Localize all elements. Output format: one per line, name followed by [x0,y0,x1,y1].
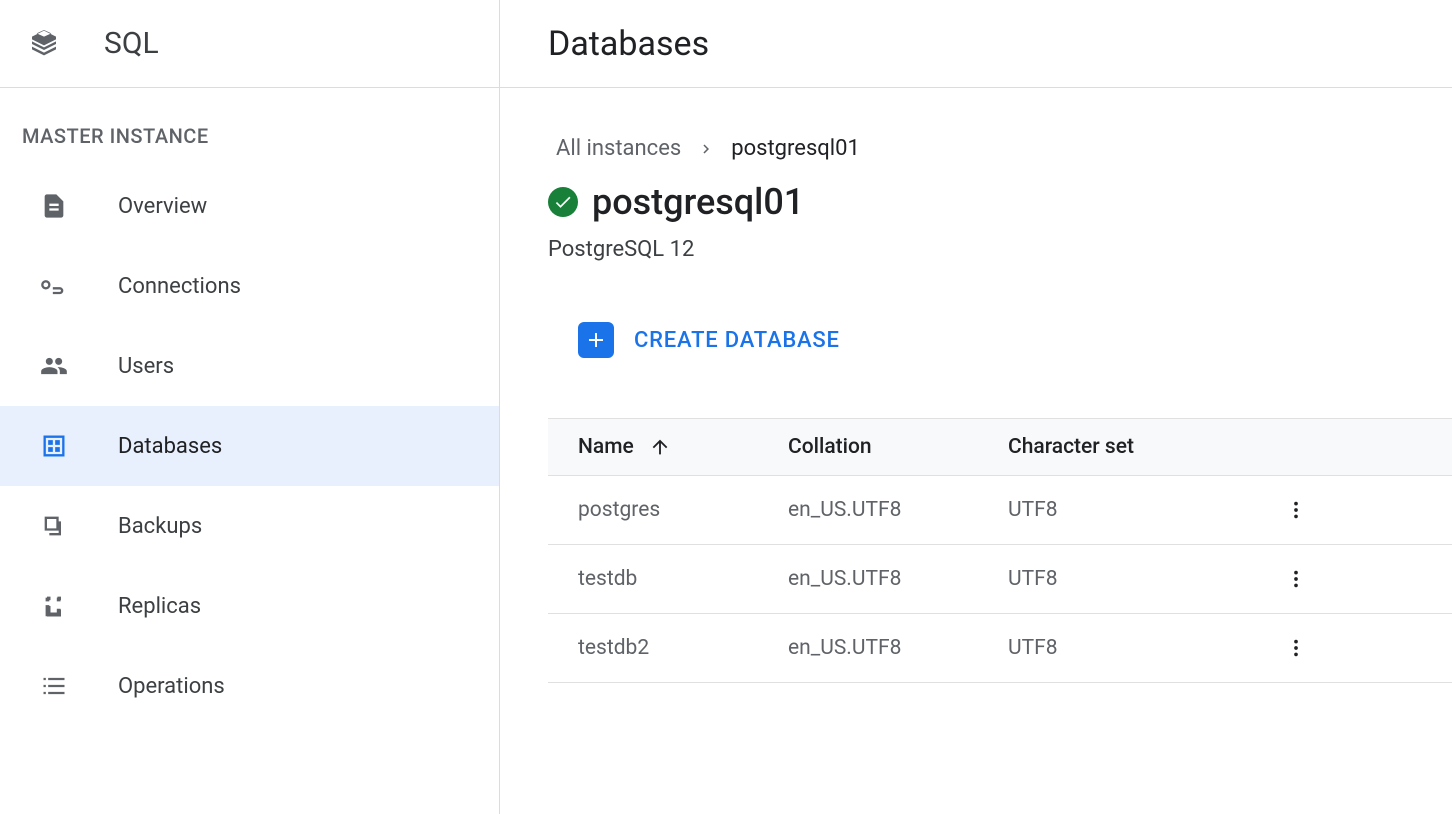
sidebar-item-overview[interactable]: Overview [0,166,499,246]
col-header-name[interactable]: Name [548,419,758,476]
main-header: Databases [500,0,1452,88]
breadcrumb-root[interactable]: All instances [556,136,681,161]
sidebar-item-label: Backups [118,514,202,539]
col-header-charset[interactable]: Character set [978,419,1248,476]
page-title: Databases [548,24,709,64]
cell-actions [1248,476,1452,545]
sql-logo-icon [28,28,60,60]
sidebar: SQL MASTER INSTANCE Overview Connections… [0,0,500,814]
backups-icon [38,510,70,542]
sidebar-item-replicas[interactable]: Replicas [0,566,499,646]
cell-charset: UTF8 [978,614,1248,683]
connections-icon [38,270,70,302]
cell-actions [1248,545,1452,614]
overview-icon [38,190,70,222]
users-icon [38,350,70,382]
cell-name: testdb2 [548,614,758,683]
sidebar-nav: Overview Connections Users Databases Bac… [0,166,499,726]
app-title: SQL [104,26,159,61]
sidebar-item-label: Connections [118,274,241,299]
cell-collation: en_US.UTF8 [758,545,978,614]
sidebar-item-connections[interactable]: Connections [0,246,499,326]
databases-icon [38,430,70,462]
cell-charset: UTF8 [978,545,1248,614]
create-database-label: CREATE DATABASE [634,328,840,353]
row-actions-menu[interactable] [1278,630,1314,666]
sidebar-item-label: Overview [118,194,207,219]
cell-actions [1248,614,1452,683]
sidebar-item-label: Operations [118,674,225,699]
operations-icon [38,670,70,702]
cell-name: postgres [548,476,758,545]
databases-table: Name Collation Character set postgresen_… [548,418,1452,683]
table-row: testdb2en_US.UTF8UTF8 [548,614,1452,683]
row-actions-menu[interactable] [1278,492,1314,528]
content: All instances postgresql01 postgresql01 … [500,88,1452,683]
replicas-icon [38,590,70,622]
table-row: testdben_US.UTF8UTF8 [548,545,1452,614]
cell-charset: UTF8 [978,476,1248,545]
app-header: SQL [0,0,499,88]
instance-name: postgresql01 [592,181,804,223]
sort-asc-icon [649,436,671,458]
cell-collation: en_US.UTF8 [758,476,978,545]
status-ok-icon [548,187,578,217]
sidebar-section-label: MASTER INSTANCE [0,88,499,166]
breadcrumb: All instances postgresql01 [548,136,1452,161]
instance-heading: postgresql01 [548,181,1452,223]
sidebar-item-operations[interactable]: Operations [0,646,499,726]
sidebar-item-label: Databases [118,434,222,459]
breadcrumb-current: postgresql01 [731,136,860,161]
table-row: postgresen_US.UTF8UTF8 [548,476,1452,545]
sidebar-item-databases[interactable]: Databases [0,406,499,486]
col-header-actions [1248,419,1452,476]
sidebar-item-label: Users [118,354,174,379]
plus-icon [578,322,614,358]
col-header-collation[interactable]: Collation [758,419,978,476]
chevron-right-icon [697,140,715,158]
cell-name: testdb [548,545,758,614]
sidebar-item-users[interactable]: Users [0,326,499,406]
row-actions-menu[interactable] [1278,561,1314,597]
col-header-name-label: Name [578,435,634,459]
sidebar-item-label: Replicas [118,594,201,619]
main: Databases All instances postgresql01 pos… [500,0,1452,814]
create-database-button[interactable]: CREATE DATABASE [578,322,840,358]
cell-collation: en_US.UTF8 [758,614,978,683]
instance-version: PostgreSQL 12 [548,237,1452,262]
sidebar-item-backups[interactable]: Backups [0,486,499,566]
